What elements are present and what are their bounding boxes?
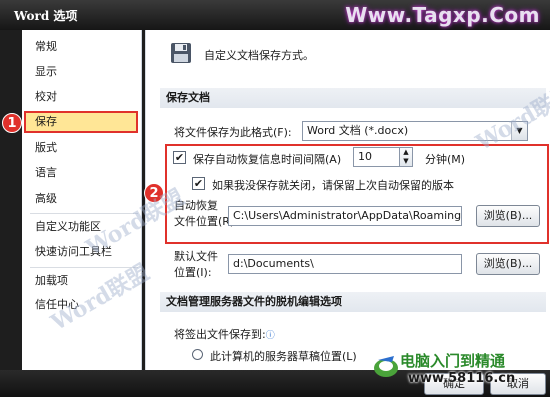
server-drafts-label: 此计算机的服务器草稿位置(L): [210, 350, 357, 363]
autorecover-location-input[interactable]: C:\Users\Administrator\AppData\Roaming: [228, 206, 462, 226]
sidebar-item-proofing[interactable]: 校对: [22, 86, 142, 108]
spin-up-icon[interactable]: ▲: [400, 148, 412, 157]
spin-down-icon[interactable]: ▼: [400, 157, 412, 166]
options-panel: 自定义文档保存方式。 保存文档 将文件保存为此格式(F): Word 文档 (*…: [145, 30, 550, 370]
site-logo-title: 电脑入门到精通: [400, 352, 506, 370]
sidebar-item-advanced[interactable]: 高级: [22, 188, 142, 210]
site-watermark: Www.Tagxp.Com: [345, 3, 540, 27]
autorecover-checkbox[interactable]: ✔: [173, 151, 186, 164]
info-icon: ⓘ: [265, 331, 275, 341]
sidebar-item-language[interactable]: 语言: [22, 162, 142, 184]
browse-default-button[interactable]: 浏览(B)...: [476, 253, 540, 275]
section-title-save-documents: 保存文档: [160, 88, 546, 108]
sidebar-item-display[interactable]: 显示: [22, 61, 142, 83]
sidebar-item-layout[interactable]: 版式: [22, 137, 142, 159]
default-location-label-line2: 位置(I):: [174, 266, 212, 279]
keep-last-version-checkbox[interactable]: ✔: [192, 177, 205, 190]
title-bar: Word 选项 Www.Tagxp.Com: [0, 0, 550, 30]
default-location-label-line1: 默认文件: [174, 250, 218, 263]
minutes-spinner[interactable]: ▲ ▼: [399, 147, 413, 167]
floppy-disk-icon: [171, 43, 191, 63]
window-title: Word 选项: [14, 9, 78, 23]
site-logo-url: www.58116.cn: [408, 371, 516, 386]
autorecover-minutes-input[interactable]: 10: [353, 147, 401, 167]
browse-autorecover-button[interactable]: 浏览(B)...: [476, 205, 540, 227]
sidebar-item-save[interactable]: 保存: [24, 111, 138, 133]
panel-description: 自定义文档保存方式。: [204, 49, 314, 62]
marker-one: 1: [2, 113, 22, 133]
site-logo: 电脑入门到精通 www.58116.cn: [372, 350, 546, 394]
save-format-value: Word 文档 (*.docx): [307, 124, 409, 137]
checkout-label-text: 将签出文件保存到:: [174, 328, 266, 341]
keep-last-version-label: 如果我没保存就关闭，请保留上次自动保留的版本: [212, 179, 454, 192]
autorecover-label: 保存自动恢复信息时间间隔(A): [193, 153, 342, 166]
monitor-logo-icon: [374, 356, 398, 377]
checkout-label: 将签出文件保存到:ⓘ: [174, 326, 275, 342]
server-drafts-radio[interactable]: [192, 349, 203, 360]
sidebar-item-general[interactable]: 常规: [22, 36, 142, 58]
default-location-input[interactable]: d:\Documents\: [228, 254, 462, 274]
save-format-label: 将文件保存为此格式(F):: [174, 126, 292, 139]
minutes-label: 分钟(M): [425, 153, 466, 166]
section-title-offline-editing: 文档管理服务器文件的脱机编辑选项: [160, 292, 546, 312]
